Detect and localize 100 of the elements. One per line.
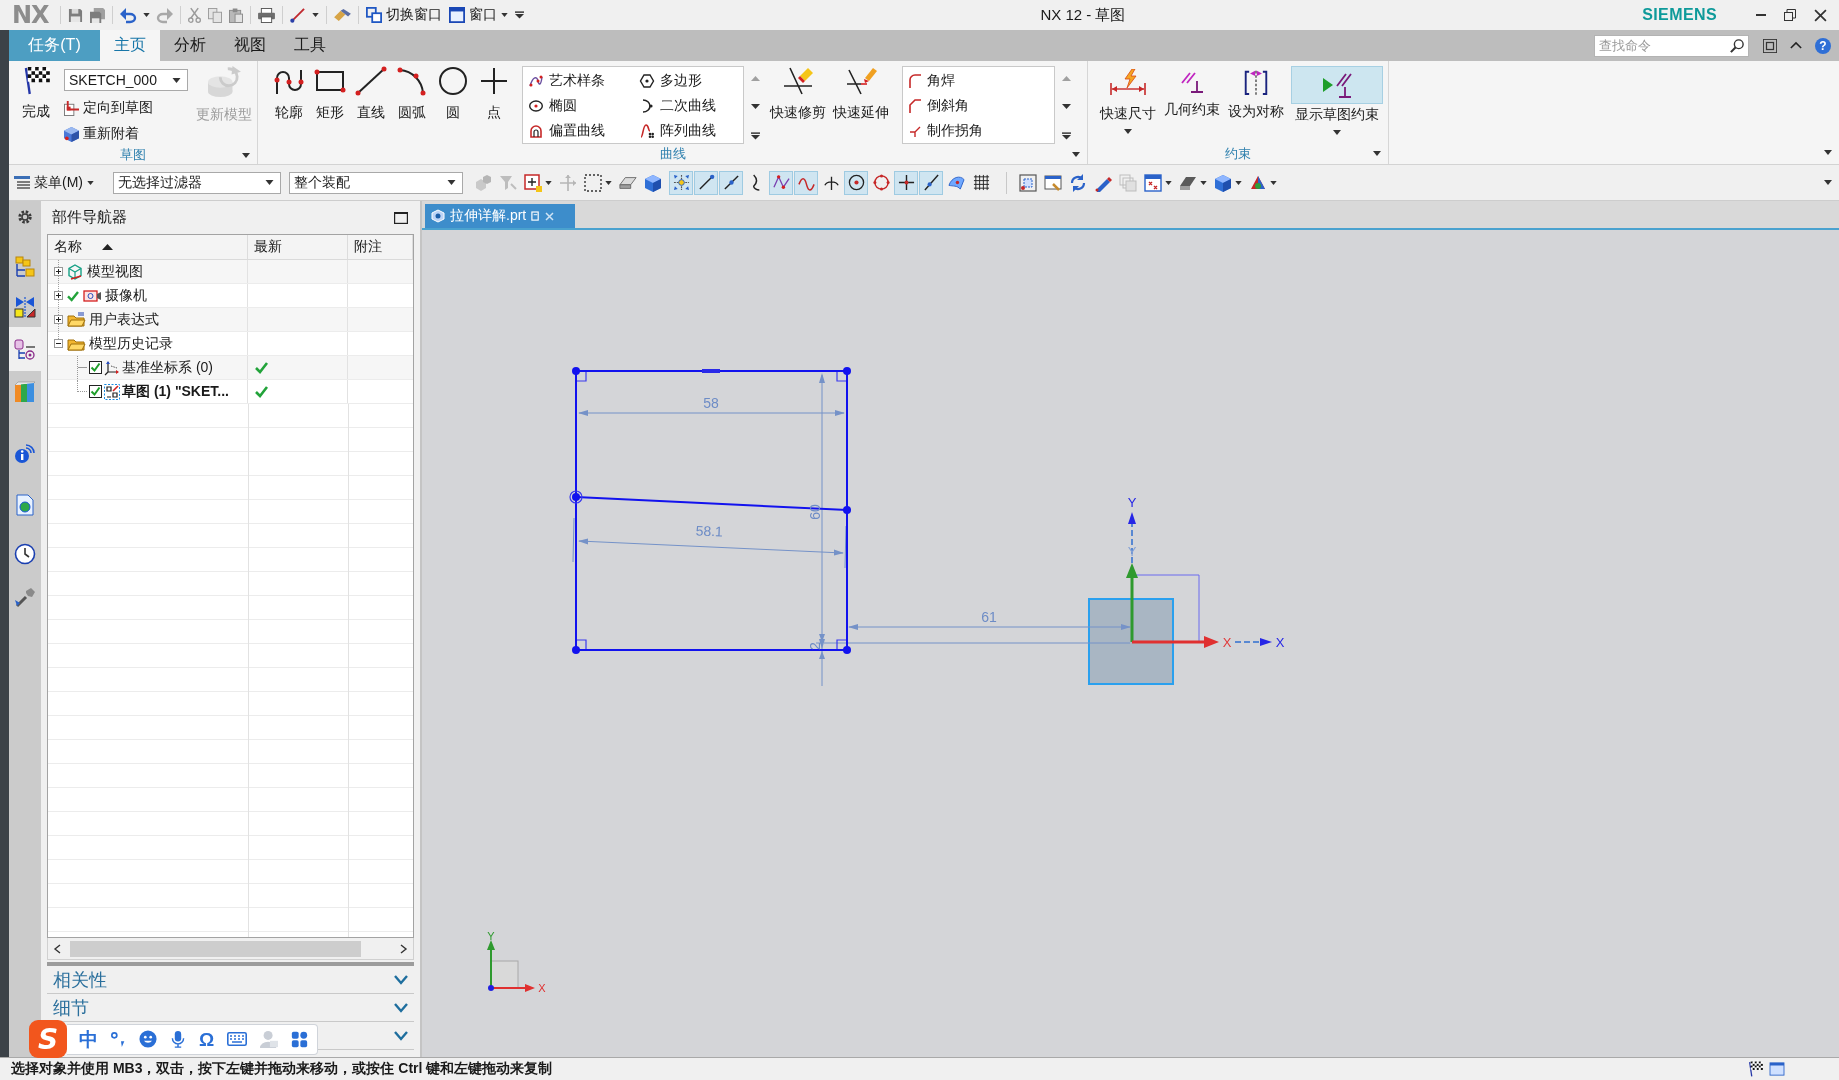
resource-tab[interactable] xyxy=(9,327,41,371)
tree-row[interactable]: 草图 (1) "SKET... xyxy=(48,380,413,404)
selection-filter-dropdown[interactable]: 无选择过滤器 xyxy=(113,171,281,194)
restore-icon[interactable] xyxy=(1784,9,1796,21)
sketch-point[interactable] xyxy=(572,493,580,501)
cube-icon[interactable] xyxy=(1214,173,1232,192)
scroll-down-icon[interactable] xyxy=(1061,104,1071,109)
ribbon-tab[interactable]: 分析 xyxy=(160,30,220,61)
collapse-icon[interactable] xyxy=(54,339,63,348)
gallery-item[interactable]: 多边形 xyxy=(640,68,702,93)
switch-window-button[interactable]: 切换窗口 xyxy=(365,4,442,26)
snap-toggle[interactable] xyxy=(769,170,793,195)
finish-button[interactable]: 完成 xyxy=(18,66,54,121)
plus-box-icon[interactable] xyxy=(524,173,542,192)
special-symbol-button[interactable]: Ω xyxy=(199,1029,215,1049)
menu-button[interactable]: 菜单(M) xyxy=(14,169,94,196)
gallery-item[interactable]: 倒斜角 xyxy=(909,93,969,118)
caret-icon[interactable] xyxy=(1165,180,1172,185)
ribbon-button[interactable]: 几何约束 xyxy=(1163,66,1220,125)
tree-row[interactable]: 模型历史记录 xyxy=(48,332,413,356)
checkbox[interactable] xyxy=(89,385,102,398)
gallery-more-icon[interactable] xyxy=(1061,132,1071,140)
caret-icon[interactable] xyxy=(1200,180,1207,185)
rotate-icon[interactable] xyxy=(1069,173,1087,192)
caret-icon[interactable] xyxy=(1824,150,1832,155)
sketch-name-dropdown[interactable]: SKETCH_000 xyxy=(64,69,188,91)
ribbon-button[interactable]: 轮廓 xyxy=(269,66,309,122)
caret-icon[interactable] xyxy=(545,180,552,185)
sketch-point[interactable] xyxy=(843,506,851,514)
settings-icon[interactable] xyxy=(17,209,33,225)
cube-icon[interactable] xyxy=(644,173,662,192)
ribbon-button[interactable]: 显示草图约束 xyxy=(1291,66,1382,135)
ribbon-tab[interactable]: 主页 xyxy=(100,30,160,61)
scrollbar-thumb[interactable] xyxy=(70,940,361,957)
window-icon[interactable] xyxy=(1769,1062,1785,1076)
caret-icon[interactable] xyxy=(1270,180,1277,185)
ribbon-button[interactable]: 快速延伸 xyxy=(832,66,890,122)
panel-header[interactable]: 细节 xyxy=(47,994,414,1022)
expand-icon[interactable] xyxy=(54,267,63,276)
paste-icon[interactable] xyxy=(228,7,243,23)
window-menu-button[interactable]: 窗口 xyxy=(448,4,508,26)
gallery-item[interactable]: 阵列曲线 xyxy=(640,118,716,143)
file-tab[interactable]: 拉伸详解.prt xyxy=(425,204,575,228)
expand-icon[interactable] xyxy=(54,315,63,324)
snap-toggle[interactable] xyxy=(669,170,693,195)
snap-toggle[interactable] xyxy=(844,170,868,195)
search-field[interactable]: 查找命令 xyxy=(1594,34,1749,57)
search-icon[interactable] xyxy=(1730,38,1744,53)
caret-icon[interactable] xyxy=(142,13,150,17)
ribbon-button[interactable]: 矩形 xyxy=(310,66,350,122)
caret-icon[interactable] xyxy=(311,13,319,17)
snap-toggle[interactable] xyxy=(794,170,818,195)
ribbon-command[interactable]: 定向到草图 xyxy=(64,96,188,120)
apps-grid-icon[interactable] xyxy=(291,1030,309,1048)
sketch-point[interactable] xyxy=(843,646,851,654)
gallery-item[interactable]: 椭圆 xyxy=(529,93,577,118)
ribbon-button[interactable]: 圆 xyxy=(433,66,473,122)
ribbon-display-icon[interactable] xyxy=(1763,38,1777,53)
input-mode-toggle[interactable]: 中 xyxy=(79,1029,98,1049)
tree-row[interactable]: 模型视图 xyxy=(48,260,413,284)
keyboard-icon[interactable] xyxy=(227,1029,248,1049)
eraser-icon[interactable] xyxy=(333,8,351,22)
smiley-icon[interactable] xyxy=(139,1030,157,1048)
tree-row[interactable]: 用户表达式 xyxy=(48,308,413,332)
caret-icon[interactable] xyxy=(1235,180,1242,185)
gallery-item[interactable]: 二次曲线 xyxy=(640,93,716,118)
collapse-ribbon-icon[interactable] xyxy=(1790,42,1802,49)
ribbon-tab[interactable]: 工具 xyxy=(280,30,340,61)
punctuation-icon[interactable] xyxy=(111,1030,126,1048)
sketch-point[interactable] xyxy=(572,367,580,375)
gallery-item[interactable]: 角焊 xyxy=(909,68,955,93)
snap-toggle[interactable] xyxy=(694,170,718,195)
caret-icon[interactable] xyxy=(1373,151,1381,156)
caret-icon[interactable] xyxy=(605,180,612,185)
sketch-point[interactable] xyxy=(572,646,580,654)
sketch-rectangle[interactable] xyxy=(575,370,848,651)
dashed-rectangle-icon[interactable] xyxy=(584,173,602,192)
snap-toggle[interactable] xyxy=(919,170,943,195)
line-icon[interactable] xyxy=(289,7,305,23)
snap-toggle[interactable] xyxy=(894,170,918,195)
horizontal-scrollbar[interactable] xyxy=(47,938,414,960)
scope-dropdown[interactable]: 整个装配 xyxy=(289,171,463,194)
save-all-icon[interactable] xyxy=(89,7,105,23)
gallery-item[interactable]: 偏置曲线 xyxy=(529,118,605,143)
scroll-down-icon[interactable] xyxy=(750,104,760,109)
maximize-icon[interactable] xyxy=(394,211,408,224)
ribbon-button[interactable]: 圆弧 xyxy=(392,66,432,122)
gallery-item[interactable]: 艺术样条 xyxy=(529,68,605,93)
panel-header[interactable]: 相关性 xyxy=(47,966,414,994)
tree-row[interactable]: 基准坐标系 (0) xyxy=(48,356,413,380)
gallery-more-icon[interactable] xyxy=(750,132,760,140)
caret-icon[interactable] xyxy=(1824,180,1832,185)
printer-icon[interactable] xyxy=(257,7,275,23)
checkered-flag-icon[interactable] xyxy=(1748,1061,1763,1077)
scroll-left-icon[interactable] xyxy=(54,943,61,954)
scroll-right-icon[interactable] xyxy=(400,943,407,954)
display-grid-icon[interactable] xyxy=(1144,173,1162,192)
expand-icon[interactable] xyxy=(54,291,63,300)
ribbon-button[interactable]: 直线 xyxy=(351,66,391,122)
microphone-icon[interactable] xyxy=(170,1030,186,1048)
